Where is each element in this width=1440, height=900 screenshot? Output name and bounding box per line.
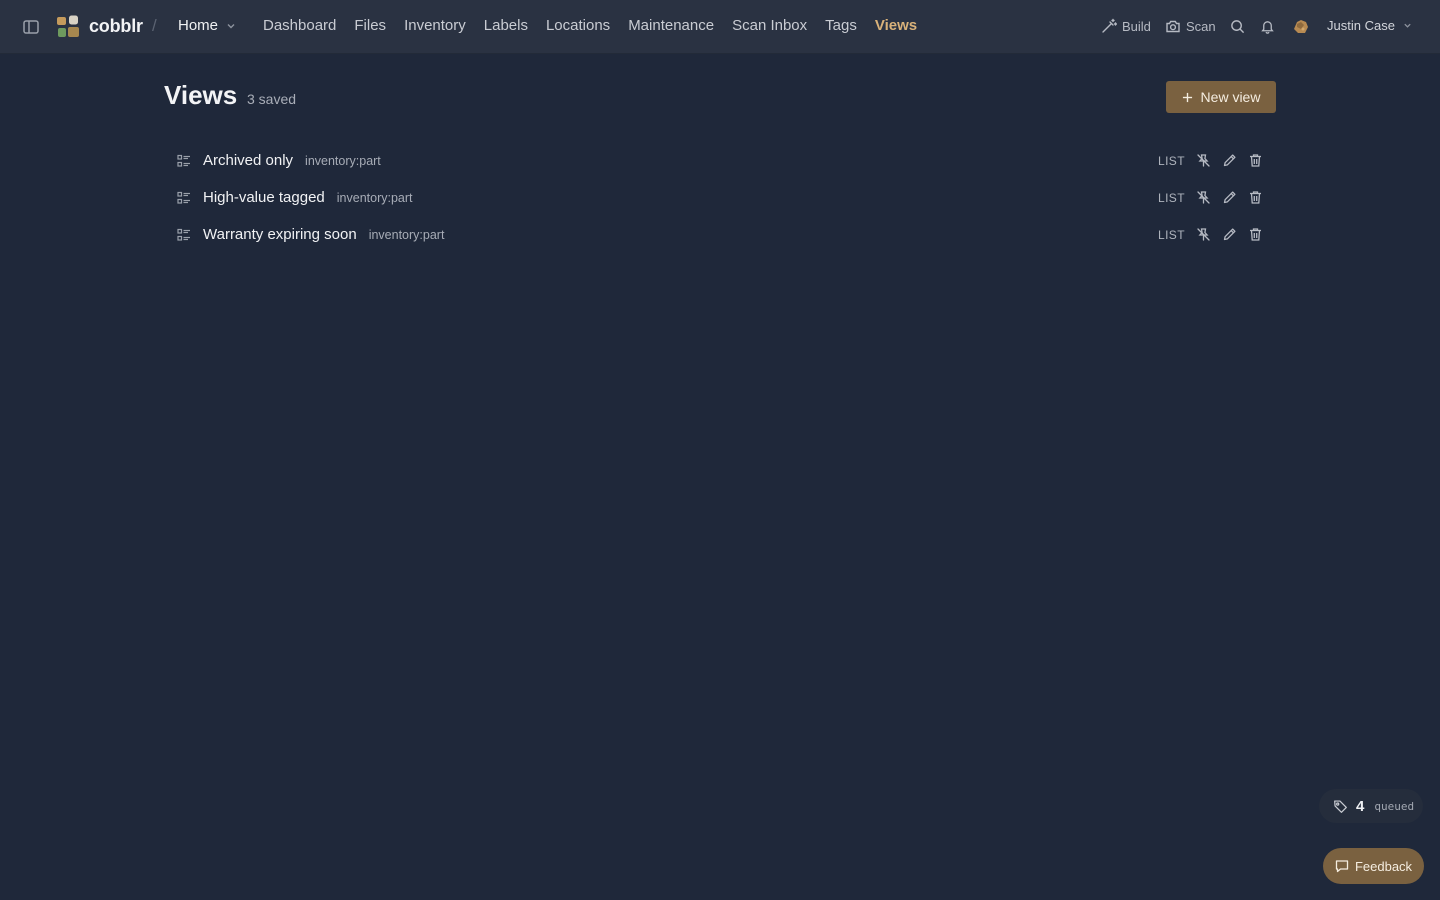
list-item[interactable]: High-value tagged inventory:part LIST	[164, 179, 1276, 216]
feedback-button[interactable]: Feedback	[1323, 848, 1424, 884]
workspace-switcher[interactable]: Home	[178, 17, 236, 34]
list-view-icon	[177, 154, 190, 167]
breadcrumb-separator: /	[152, 16, 157, 35]
pencil-icon[interactable]	[1222, 153, 1237, 168]
new-view-button[interactable]: New view	[1166, 81, 1276, 113]
camera-icon	[1166, 20, 1180, 33]
user-menu[interactable]: Justin Case	[1327, 18, 1412, 33]
new-view-label: New view	[1200, 89, 1261, 105]
plus-icon	[1182, 92, 1192, 102]
trash-icon[interactable]	[1248, 153, 1263, 168]
nav-scan-inbox[interactable]: Scan Inbox	[732, 17, 807, 34]
list-item[interactable]: Warranty expiring soon inventory:part LI…	[164, 216, 1276, 253]
view-type-badge: LIST	[1158, 227, 1185, 242]
trash-icon[interactable]	[1248, 227, 1263, 242]
list-item[interactable]: Archived only inventory:part LIST	[164, 142, 1276, 179]
scan-label: Scan	[1186, 18, 1216, 34]
unpin-icon[interactable]	[1196, 227, 1211, 242]
top-bar: cobblr / Home Dashboard Files Inventory …	[0, 0, 1440, 54]
nav-views[interactable]: Views	[875, 17, 917, 34]
view-scope: inventory:part	[336, 191, 413, 205]
saved-count: 3 saved	[247, 91, 297, 107]
build-label: Build	[1122, 18, 1151, 34]
list-view-icon	[177, 228, 190, 241]
cobblr-logo[interactable]	[56, 15, 80, 39]
view-type-badge: LIST	[1158, 153, 1185, 168]
workspace-label: Home	[178, 17, 219, 34]
view-name[interactable]: Archived only	[203, 152, 293, 169]
avatar[interactable]	[1292, 18, 1309, 35]
nav-maintenance[interactable]: Maintenance	[628, 17, 714, 34]
view-type-badge: LIST	[1158, 190, 1185, 205]
nav-dashboard[interactable]: Dashboard	[263, 17, 336, 34]
nav-inventory[interactable]: Inventory	[404, 17, 466, 34]
queue-label: queued	[1374, 799, 1415, 813]
chevron-down-icon	[1404, 23, 1411, 28]
nav-locations[interactable]: Locations	[546, 17, 610, 34]
brand-name[interactable]: cobblr	[89, 16, 143, 37]
view-scope: inventory:part	[368, 228, 445, 242]
view-scope: inventory:part	[305, 154, 381, 168]
tag-icon	[1334, 799, 1347, 813]
sidebar-toggle-icon[interactable]	[22, 18, 40, 36]
trash-icon[interactable]	[1248, 190, 1263, 205]
user-name: Justin Case	[1327, 18, 1395, 33]
main-nav: Dashboard Files Inventory Labels Locatio…	[263, 17, 935, 34]
unpin-icon[interactable]	[1196, 153, 1211, 168]
views-list: Archived only inventory:part LIST High-v…	[164, 142, 1276, 253]
nav-files[interactable]: Files	[354, 17, 386, 34]
unpin-icon[interactable]	[1196, 190, 1211, 205]
queue-count: 4	[1356, 797, 1365, 815]
scan-button[interactable]: Scan	[1165, 18, 1216, 34]
bell-icon[interactable]	[1260, 19, 1275, 34]
view-name[interactable]: High-value tagged	[203, 189, 325, 206]
nav-tags[interactable]: Tags	[825, 17, 857, 34]
feedback-label: Feedback	[1354, 858, 1413, 874]
magic-wand-icon	[1102, 18, 1117, 33]
build-button[interactable]: Build	[1101, 18, 1151, 34]
list-view-icon	[177, 191, 190, 204]
search-icon[interactable]	[1230, 19, 1245, 34]
pencil-icon[interactable]	[1222, 227, 1237, 242]
view-name[interactable]: Warranty expiring soon	[203, 226, 357, 243]
chat-bubble-icon	[1335, 860, 1349, 873]
nav-labels[interactable]: Labels	[484, 17, 528, 34]
page-title: Views	[164, 80, 238, 110]
chevron-down-icon	[227, 23, 235, 28]
pencil-icon[interactable]	[1222, 190, 1237, 205]
label-queue-indicator[interactable]: 4 queued	[1319, 789, 1423, 823]
